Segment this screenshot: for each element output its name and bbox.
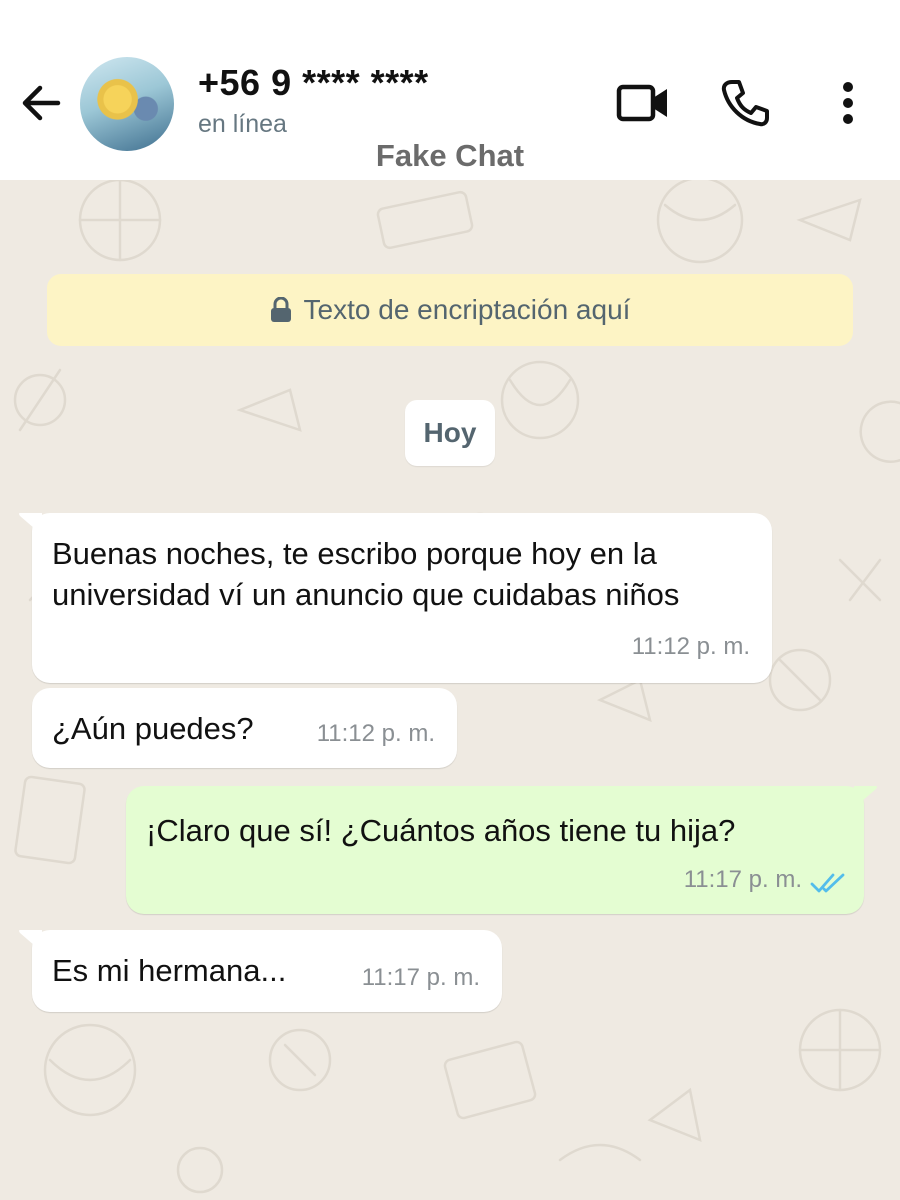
phone-icon[interactable]	[720, 78, 770, 128]
message-time: 11:12 p. m.	[316, 720, 435, 747]
back-arrow-icon[interactable]	[18, 80, 64, 126]
encryption-notice-text: Texto de encriptación aquí	[303, 294, 631, 325]
contact-name[interactable]: +56 9 **** ****	[198, 62, 429, 104]
video-call-icon[interactable]	[616, 78, 670, 128]
bubble-tail	[19, 513, 42, 535]
message-text: Buenas noches, te escribo porque hoy en …	[52, 536, 680, 612]
encryption-notice[interactable]: Texto de encriptación aquí	[47, 274, 853, 346]
message-text: ¡Claro que sí! ¿Cuántos años tiene tu hi…	[146, 813, 736, 848]
message-time: 11:12 p. m.	[631, 633, 750, 660]
more-vertical-icon[interactable]	[828, 78, 868, 128]
lock-icon	[270, 297, 291, 322]
message-text: ¿Aún puedes?	[52, 711, 254, 746]
bubble-tail	[19, 930, 42, 952]
chat-header: +56 9 **** **** en línea Fake Chat	[0, 0, 900, 180]
contact-status: en línea	[198, 110, 287, 138]
avatar[interactable]	[80, 57, 174, 151]
message-bubble-incoming[interactable]: Buenas noches, te escribo porque hoy en …	[19, 513, 772, 683]
bubble-tail	[854, 786, 877, 808]
app-watermark: Fake Chat	[375, 138, 525, 173]
chat-area[interactable]: Texto de encriptación aquí Hoy Buenas no…	[0, 180, 900, 1200]
message-text: Es mi hermana...	[52, 953, 287, 988]
message-bubble-outgoing[interactable]: ¡Claro que sí! ¿Cuántos años tiene tu hi…	[126, 786, 877, 914]
date-label: Hoy	[423, 417, 477, 448]
message-bubble-incoming[interactable]: ¿Aún puedes? 11:12 p. m.	[32, 688, 457, 768]
message-time: 11:17 p. m.	[683, 866, 802, 893]
double-check-read-icon	[810, 873, 845, 893]
message-bubble-incoming[interactable]: Es mi hermana... 11:17 p. m.	[19, 930, 502, 1012]
message-time: 11:17 p. m.	[361, 964, 480, 991]
date-chip: Hoy	[405, 400, 495, 466]
